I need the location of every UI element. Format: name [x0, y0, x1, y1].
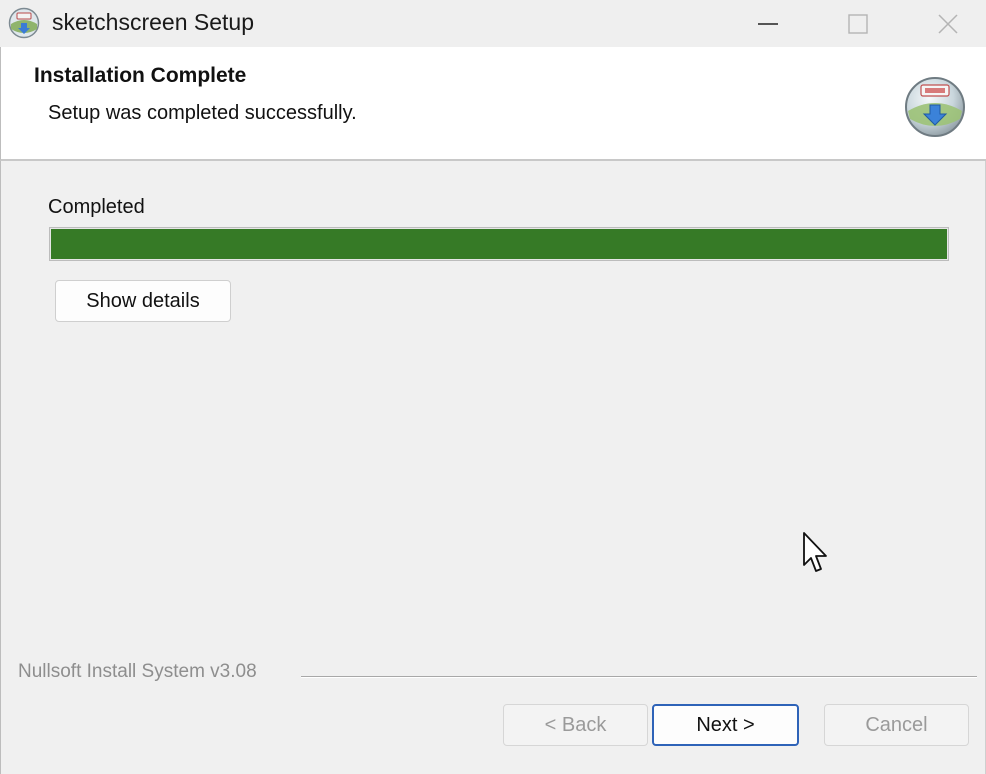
progress-label: Completed	[48, 196, 145, 218]
setup-window: sketchscreen Setup Installation Complete…	[0, 0, 986, 774]
minimize-button[interactable]	[723, 0, 813, 47]
minimize-icon	[758, 22, 778, 25]
title-bar[interactable]: sketchscreen Setup	[0, 0, 986, 47]
installer-branding: Nullsoft Install System v3.08	[18, 661, 257, 682]
mouse-cursor-icon	[802, 531, 830, 575]
progress-bar-fill	[51, 229, 947, 259]
close-button[interactable]	[903, 0, 986, 47]
installer-globe-icon	[8, 7, 40, 39]
nsis-logo-icon	[903, 75, 967, 139]
footer-divider	[301, 676, 977, 678]
window-title: sketchscreen Setup	[52, 9, 255, 35]
show-details-button[interactable]: Show details	[55, 280, 231, 322]
maximize-icon	[848, 13, 868, 34]
cancel-button[interactable]: Cancel	[824, 704, 969, 746]
back-button[interactable]: < Back	[503, 704, 648, 746]
maximize-button[interactable]	[813, 0, 903, 47]
header-panel: Installation Complete Setup was complete…	[0, 47, 986, 161]
close-icon	[938, 13, 958, 34]
progress-bar	[49, 227, 949, 261]
page-subtitle: Setup was completed successfully.	[48, 102, 357, 124]
content-area: Completed Show details Nullsoft Install …	[0, 161, 986, 774]
next-button[interactable]: Next >	[652, 704, 799, 746]
page-title: Installation Complete	[34, 64, 247, 87]
